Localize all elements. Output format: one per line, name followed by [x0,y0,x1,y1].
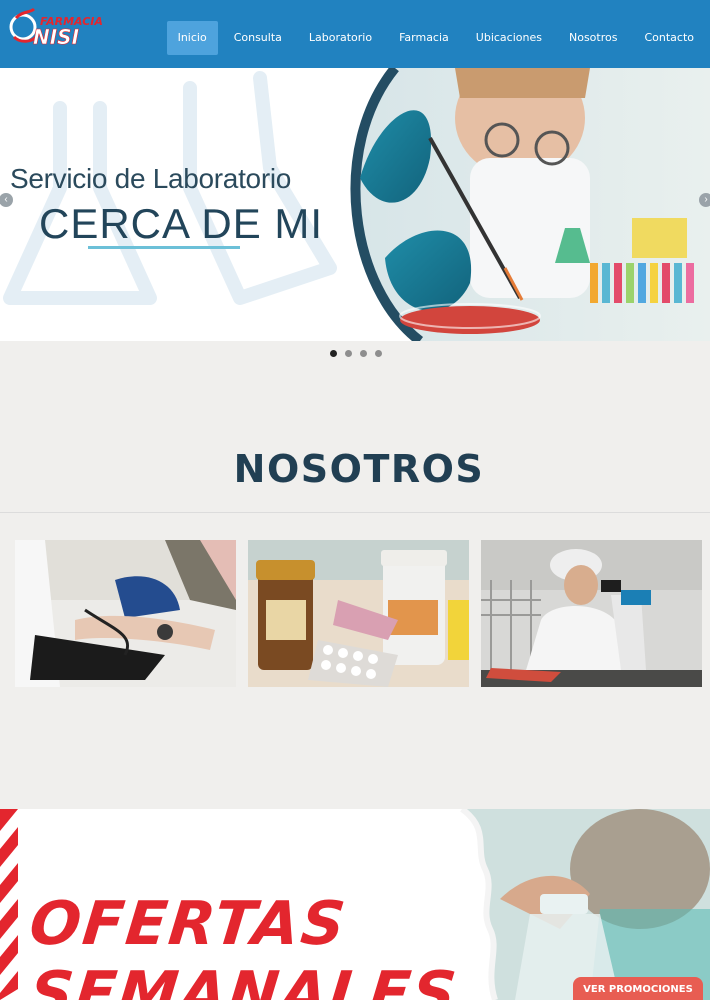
slider-dot-1[interactable] [330,350,337,357]
nav-contacto[interactable]: Contacto [633,21,705,55]
top-navbar: FARMACIA NISI Inicio Consulta Laboratori… [0,0,710,68]
nav-farmacia[interactable]: Farmacia [388,21,460,55]
hero-slider: Servicio de Laboratorio CERCA DE MI ‹ › [0,68,710,341]
hero-big-title: CERCA DE MI [39,200,324,247]
hero-title: Servicio de Laboratorio [10,163,292,194]
microscope-lab-photo [481,540,702,687]
promo-title-line2: SEMANALES [26,959,462,1000]
nav-laboratorio[interactable]: Laboratorio [298,21,383,55]
promo-banner: OFERTAS SEMANALES [0,809,710,1000]
section-title-nosotros: NOSOTROS [233,447,485,491]
ver-promociones-button[interactable]: VER PROMOCIONES [573,977,703,1000]
blood-pressure-photo [15,540,236,687]
hero-underline [88,246,240,249]
slider-dot-3[interactable] [360,350,367,357]
nav-nosotros[interactable]: Nosotros [558,21,628,55]
slider-dots [330,350,390,357]
medicine-pills-photo [248,540,469,687]
chevron-right-icon[interactable]: › [699,193,710,207]
section-divider [0,512,710,513]
logo-nisi-text: NISI [33,25,80,49]
nav-inicio[interactable]: Inicio [166,21,218,55]
main-nav: Inicio Consulta Laboratorio Farmacia Ubi… [162,21,705,55]
slider-dot-4[interactable] [375,350,382,357]
promo-title-line1: OFERTAS [26,889,351,959]
nav-consulta[interactable]: Consulta [223,21,293,55]
farmacia-nisi-logo[interactable]: FARMACIA NISI [8,5,104,49]
nav-ubicaciones[interactable]: Ubicaciones [465,21,553,55]
slider-dot-2[interactable] [345,350,352,357]
